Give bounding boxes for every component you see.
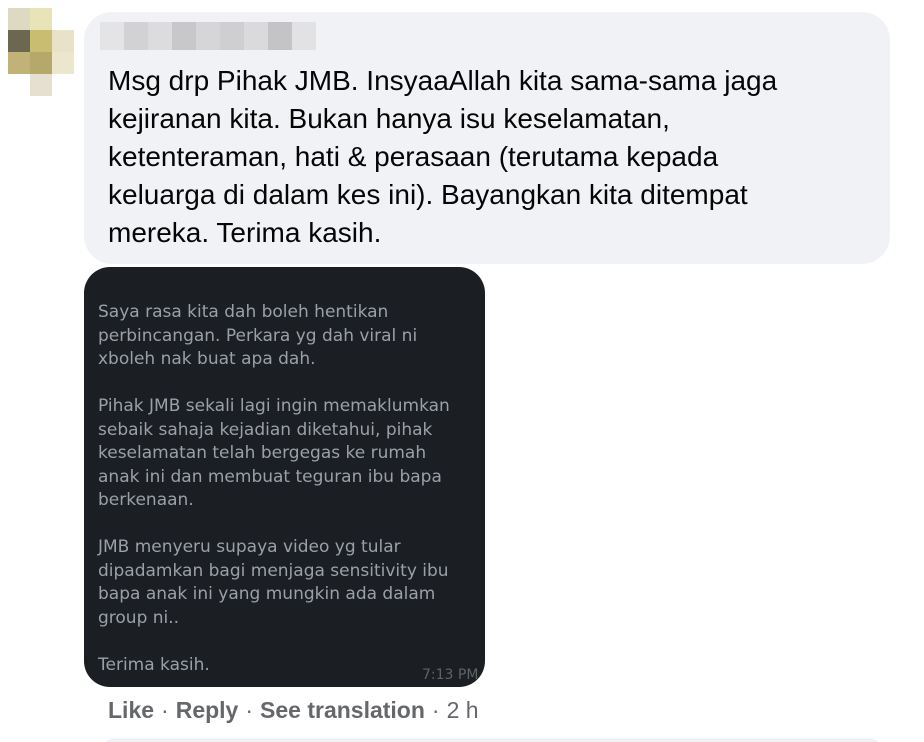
message-line: dipadamkan bagi menjaga sensitivity ibu — [98, 560, 449, 581]
message-line: xboleh nak buat apa dah. — [98, 349, 316, 369]
like-button[interactable]: Like — [108, 697, 154, 724]
comment-line: Msg drp Pihak JMB. InsyaaAllah kita sama… — [108, 65, 778, 96]
message-timestamp: 7:13 PM — [422, 667, 479, 683]
message-line: Pihak JMB sekali lagi ingin memaklumkan — [98, 396, 450, 416]
message-line: Saya rasa kita dah boleh hentikan — [98, 302, 389, 322]
comment-actions: Like · Reply · See translation · 2 h — [108, 697, 479, 724]
author-name[interactable] — [100, 22, 316, 50]
message-line: bapa anak ini yang mungkin ada dalam — [98, 584, 436, 604]
separator-dot: · — [245, 697, 254, 723]
message-line: perbincangan. Perkara yg dah viral ni — [98, 325, 418, 346]
comment-text: Msg drp Pihak JMB. InsyaaAllah kita sama… — [108, 62, 868, 252]
message-line: group ni.. — [98, 607, 180, 628]
separator-dot: · — [161, 697, 169, 723]
see-translation-button[interactable]: See translation — [260, 697, 425, 724]
message-text: Saya rasa kita dah boleh hentikan perbin… — [98, 301, 478, 677]
comment-timestamp[interactable]: 2 h — [447, 697, 479, 724]
comment-line: keluarga di dalam kes ini). Bayangkan ki… — [108, 179, 748, 210]
message-line: sebaik sahaja kejadian diketahui, pihak — [98, 419, 433, 440]
message-line: Terima kasih. — [98, 654, 210, 675]
comment-line: mereka. Terima kasih. — [108, 217, 382, 248]
avatar[interactable] — [8, 8, 74, 96]
comment-thread: Msg drp Pihak JMB. InsyaaAllah kita sama… — [0, 0, 924, 742]
message-line: JMB menyeru supaya video yg tular — [98, 537, 401, 557]
comment-line: ketenteraman, hati & perasaan (terutama … — [108, 141, 719, 172]
next-comment-bubble — [104, 738, 880, 742]
separator-dot: · — [431, 697, 440, 723]
message-line: berkenaan. — [98, 490, 194, 510]
message-line: anak ini dan membuat teguran ibu bapa — [98, 466, 442, 487]
message-line: keselamatan telah bergegas ke rumah — [98, 443, 427, 463]
attached-screenshot[interactable]: Saya rasa kita dah boleh hentikan perbin… — [84, 267, 485, 687]
comment-line: kejiranan kita. Bukan hanya isu keselama… — [108, 103, 670, 134]
reply-button[interactable]: Reply — [176, 697, 239, 724]
